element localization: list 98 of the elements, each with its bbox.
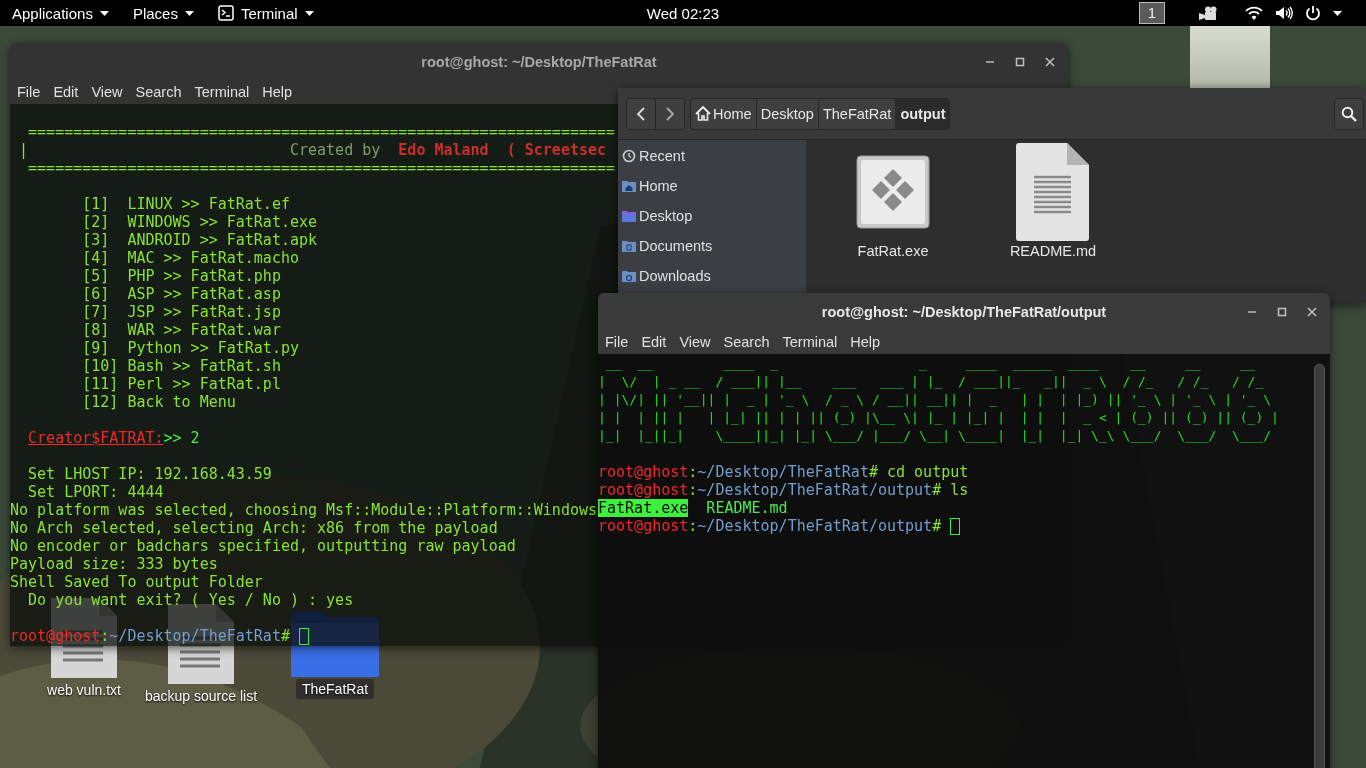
- icon-label: web vuln.txt: [46, 681, 122, 700]
- terminal-line: [1] LINUX >> FatRat.ef: [81, 195, 290, 213]
- maximize-icon: [1277, 306, 1287, 317]
- caret-icon: [304, 10, 314, 16]
- terminal-line: [4] MAC >> FatRat.macho: [81, 249, 299, 267]
- ascii-art-line: |_| |_||_| \____||_| |_| \___/ |___/ \__| \____| |_| |_| \_\ \___/ \___/ \___/: [598, 427, 1272, 445]
- top-menu[interactable]: Applications: [4, 1, 117, 25]
- search-button[interactable]: [1334, 97, 1364, 130]
- top-menu[interactable]: Places: [124, 1, 202, 25]
- caret-icon: [99, 10, 109, 16]
- file-name[interactable]: FatRat.exe: [857, 242, 929, 260]
- terminal-line: root@ghost:~/Desktop/TheFatRat/output#: [598, 517, 943, 535]
- scrollbar[interactable]: [1314, 364, 1325, 768]
- terminal-line: Payload size: 333 bytes: [10, 555, 218, 573]
- camera-icon[interactable]: [1199, 6, 1219, 20]
- text-cursor: [299, 627, 309, 645]
- caret-icon[interactable]: [1333, 10, 1342, 16]
- downloads-folder-icon: [621, 268, 637, 284]
- home-folder-icon: [621, 178, 637, 194]
- terminal-line: Shell Saved To output Folder: [10, 573, 263, 591]
- terminal-line: [7] JSP >> FatRat.jsp: [81, 303, 281, 321]
- home-icon: [695, 106, 711, 121]
- chevron-left-icon: [636, 106, 646, 121]
- documents-folder-icon: [621, 238, 637, 254]
- terminal-line: [10] Bash >> FatRat.sh: [81, 357, 281, 375]
- maximize-icon: [1015, 56, 1025, 67]
- workspace-indicator[interactable]: 1: [1139, 2, 1165, 24]
- sidebar-item[interactable]: Home: [618, 171, 678, 201]
- sidebar-item[interactable]: Documents: [618, 231, 713, 261]
- forward-button[interactable]: [655, 98, 684, 129]
- menu-item[interactable]: Search: [717, 332, 776, 352]
- desktop-folder-icon: [621, 208, 637, 224]
- wifi-icon[interactable]: [1245, 6, 1263, 20]
- close-icon: [1045, 56, 1055, 67]
- top-menu[interactable]: Terminal: [209, 1, 322, 25]
- terminal-line: [2] WINDOWS >> FatRat.exe: [81, 213, 318, 231]
- menu-item[interactable]: Help: [844, 332, 887, 352]
- menu-item[interactable]: Terminal: [776, 332, 844, 352]
- document-file-icon: [1016, 143, 1090, 241]
- ascii-art-line: | | | || | | |_| || | | || (_) |\__ \| |_ | |_| | | | | _ < | (_) || (_) || (_) |: [598, 409, 1279, 427]
- menu-item[interactable]: File: [599, 332, 635, 352]
- volume-icon[interactable]: [1275, 6, 1293, 20]
- menu-item[interactable]: Edit: [47, 82, 85, 102]
- terminal-line: FatRat.exe README.md: [598, 499, 788, 517]
- terminal-line: =================================================================: [27, 123, 616, 141]
- path-button[interactable]: Home: [691, 98, 756, 129]
- terminal-line: No encoder or badchars specified, outputting raw payload: [10, 537, 516, 555]
- menu-item[interactable]: Help: [256, 82, 299, 102]
- window-title: root@ghost: ~/Desktop/TheFatRat: [421, 53, 657, 70]
- sidebar-item[interactable]: Recent: [618, 141, 685, 171]
- terminal-line: Set LHOST IP: 192.168.43.59: [27, 465, 272, 483]
- terminal-line: =================================================================: [27, 159, 616, 177]
- clock[interactable]: Wed 02:23: [640, 4, 726, 22]
- menu-item[interactable]: File: [11, 82, 47, 102]
- ascii-art-line: | |\/| || '__|| | _ | '_ \ / _ \ / __|| __|| | _ | | | |_) || '_ \ | '_ \ | '_ \: [598, 391, 1272, 409]
- minimize-icon: [1247, 310, 1257, 313]
- close-icon: [1307, 306, 1317, 317]
- ascii-art-line: | \/ | _ __ / ___|| |__ ___ ___ | |_ / ___||_ _|| _ \ / /_ / /_ / /_: [598, 373, 1264, 391]
- caret-icon: [184, 10, 194, 16]
- terminal-line: No Arch selected, selecting Arch: x86 from the payload: [10, 519, 498, 537]
- terminal-icon: [217, 5, 234, 21]
- menu-item[interactable]: Edit: [635, 332, 673, 352]
- path-button[interactable]: output: [895, 98, 950, 129]
- terminal-line: | Created by Edo Maland ( Screetsec: [18, 141, 607, 159]
- terminal-line: Creator$FATRAT:>> 2: [27, 429, 200, 447]
- file-name[interactable]: README.md: [1009, 242, 1097, 260]
- chevron-right-icon: [665, 106, 675, 121]
- terminal-line: root@ghost:~/Desktop/TheFatRat#: [10, 627, 291, 645]
- menu-item[interactable]: View: [673, 332, 717, 352]
- menu-item[interactable]: Search: [129, 82, 188, 102]
- terminal-line: [6] ASP >> FatRat.asp: [81, 285, 281, 303]
- clock-icon: [621, 148, 637, 164]
- sidebar-item[interactable]: Desktop: [618, 201, 693, 231]
- window-title: root@ghost: ~/Desktop/TheFatRat/output: [821, 303, 1107, 320]
- text-cursor: [950, 517, 961, 535]
- ascii-art-line: __ __ ____ _ _ ____ _____ ____ __ __ __: [604, 355, 1256, 373]
- terminal-line: root@ghost:~/Desktop/TheFatRat# cd output: [598, 463, 969, 481]
- icon-label: TheFatRat: [295, 679, 375, 699]
- menu-item[interactable]: View: [85, 82, 129, 102]
- menu-item[interactable]: Terminal: [188, 82, 256, 102]
- terminal-line: [3] ANDROID >> FatRat.apk: [81, 231, 318, 249]
- icon-label: backup source list: [143, 687, 259, 706]
- executable-file-icon: [856, 155, 930, 229]
- back-button[interactable]: [627, 98, 655, 129]
- terminal-line: [11] Perl >> FatRat.pl: [81, 375, 281, 393]
- search-icon: [1341, 105, 1357, 122]
- terminal-line: [5] PHP >> FatRat.php: [81, 267, 281, 285]
- sidebar-item[interactable]: Downloads: [618, 261, 711, 291]
- minimize-icon: [985, 60, 995, 63]
- terminal-line: [8] WAR >> FatRat.war: [81, 321, 281, 339]
- terminal-line: Set LPORT: 4444: [27, 483, 164, 501]
- terminal-line: [12] Back to Menu: [81, 393, 236, 411]
- power-icon[interactable]: [1305, 5, 1321, 21]
- terminal-line: Do you want exit? ( Yes / No ) : yes: [27, 591, 354, 609]
- terminal-line: No platform was selected, choosing Msf::Module::Platform::Windows: [10, 501, 597, 519]
- terminal-line: [9] Python >> FatRat.py: [81, 339, 299, 357]
- path-button[interactable]: Desktop: [755, 98, 818, 129]
- terminal-line: root@ghost:~/Desktop/TheFatRat/output# ls: [598, 481, 969, 499]
